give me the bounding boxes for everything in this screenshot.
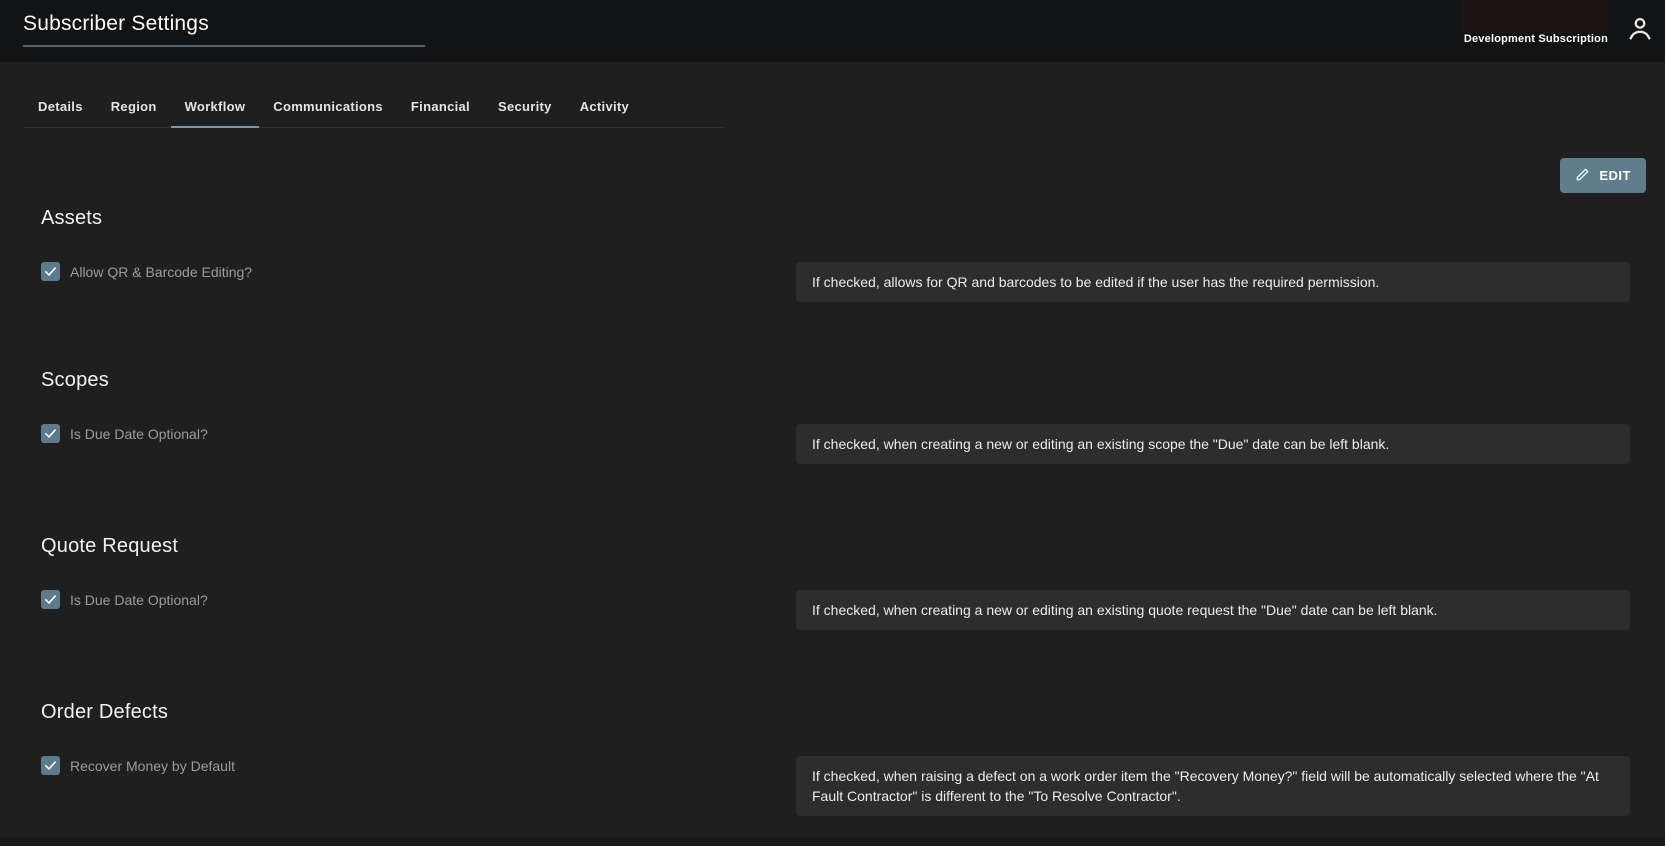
setting-label: Is Due Date Optional? bbox=[70, 425, 208, 442]
setting-control: Allow QR & Barcode Editing? bbox=[0, 262, 796, 281]
setting-control: Is Due Date Optional? bbox=[0, 424, 796, 443]
tab-communications[interactable]: Communications bbox=[259, 85, 397, 127]
setting-description: If checked, when creating a new or editi… bbox=[796, 590, 1630, 630]
checkbox-recover-money-by-default[interactable] bbox=[41, 756, 60, 775]
tab-security[interactable]: Security bbox=[484, 85, 566, 127]
account-button[interactable] bbox=[1621, 11, 1659, 49]
setting-label: Recover Money by Default bbox=[70, 757, 235, 774]
setting-control: Is Due Date Optional? bbox=[0, 590, 796, 609]
setting-label: Allow QR & Barcode Editing? bbox=[70, 263, 253, 280]
setting-description: If checked, when creating a new or editi… bbox=[796, 424, 1630, 464]
section-title: Order Defects bbox=[41, 701, 169, 723]
active-tab-underline bbox=[170, 126, 260, 128]
checkmark-icon bbox=[43, 758, 58, 773]
edit-button-label: EDIT bbox=[1599, 168, 1631, 183]
section-title: Assets bbox=[41, 207, 103, 229]
tab-label: Communications bbox=[273, 98, 383, 114]
subscription-label: Development Subscription bbox=[1463, 33, 1608, 45]
tab-activity[interactable]: Activity bbox=[566, 85, 643, 127]
section-order-defects: Order Defects Recover Money by Default I… bbox=[0, 700, 1665, 816]
edit-button[interactable]: EDIT bbox=[1560, 158, 1646, 193]
logo-placeholder bbox=[1462, 0, 1608, 33]
section-assets: Assets Allow QR & Barcode Editing? If ch… bbox=[0, 206, 1665, 302]
tab-label: Region bbox=[110, 98, 157, 114]
checkbox-allow-qr-barcode-editing[interactable] bbox=[41, 262, 60, 281]
setting-row: Allow QR & Barcode Editing? If checked, … bbox=[0, 262, 1665, 302]
pencil-icon bbox=[1575, 167, 1590, 185]
setting-control: Recover Money by Default bbox=[0, 756, 796, 775]
tab-label: Security bbox=[497, 98, 552, 114]
tab-details[interactable]: Details bbox=[24, 85, 97, 127]
bottom-edge bbox=[0, 838, 1665, 846]
setting-row: Is Due Date Optional? If checked, when c… bbox=[0, 424, 1665, 464]
section-title: Quote Request bbox=[41, 535, 179, 557]
tab-bar: Details Region Workflow Communications F… bbox=[24, 85, 724, 128]
checkbox-scope-due-date-optional[interactable] bbox=[41, 424, 60, 443]
checkmark-icon bbox=[43, 592, 58, 607]
setting-label: Is Due Date Optional? bbox=[70, 591, 208, 608]
tab-workflow[interactable]: Workflow bbox=[170, 85, 260, 128]
setting-row: Recover Money by Default If checked, whe… bbox=[0, 756, 1665, 816]
section-title: Scopes bbox=[41, 369, 109, 391]
checkmark-icon bbox=[43, 264, 58, 279]
tab-region[interactable]: Region bbox=[97, 85, 171, 127]
tab-label: Workflow bbox=[184, 98, 246, 114]
tab-label: Activity bbox=[579, 98, 630, 114]
section-quote-request: Quote Request Is Due Date Optional? If c… bbox=[0, 534, 1665, 630]
top-bar: Subscriber Settings Development Subscrip… bbox=[0, 0, 1665, 62]
checkmark-icon bbox=[43, 426, 58, 441]
tab-label: Details bbox=[38, 98, 83, 114]
tab-label: Financial bbox=[410, 98, 470, 114]
section-scopes: Scopes Is Due Date Optional? If checked,… bbox=[0, 368, 1665, 464]
tab-financial[interactable]: Financial bbox=[397, 85, 484, 127]
setting-description: If checked, allows for QR and barcodes t… bbox=[796, 262, 1630, 302]
checkbox-quote-request-due-date-optional[interactable] bbox=[41, 590, 60, 609]
page-title-underline bbox=[23, 45, 425, 47]
page-title: Subscriber Settings bbox=[23, 12, 209, 35]
setting-row: Is Due Date Optional? If checked, when c… bbox=[0, 590, 1665, 630]
person-icon bbox=[1625, 14, 1655, 47]
setting-description: If checked, when raising a defect on a w… bbox=[796, 756, 1630, 816]
